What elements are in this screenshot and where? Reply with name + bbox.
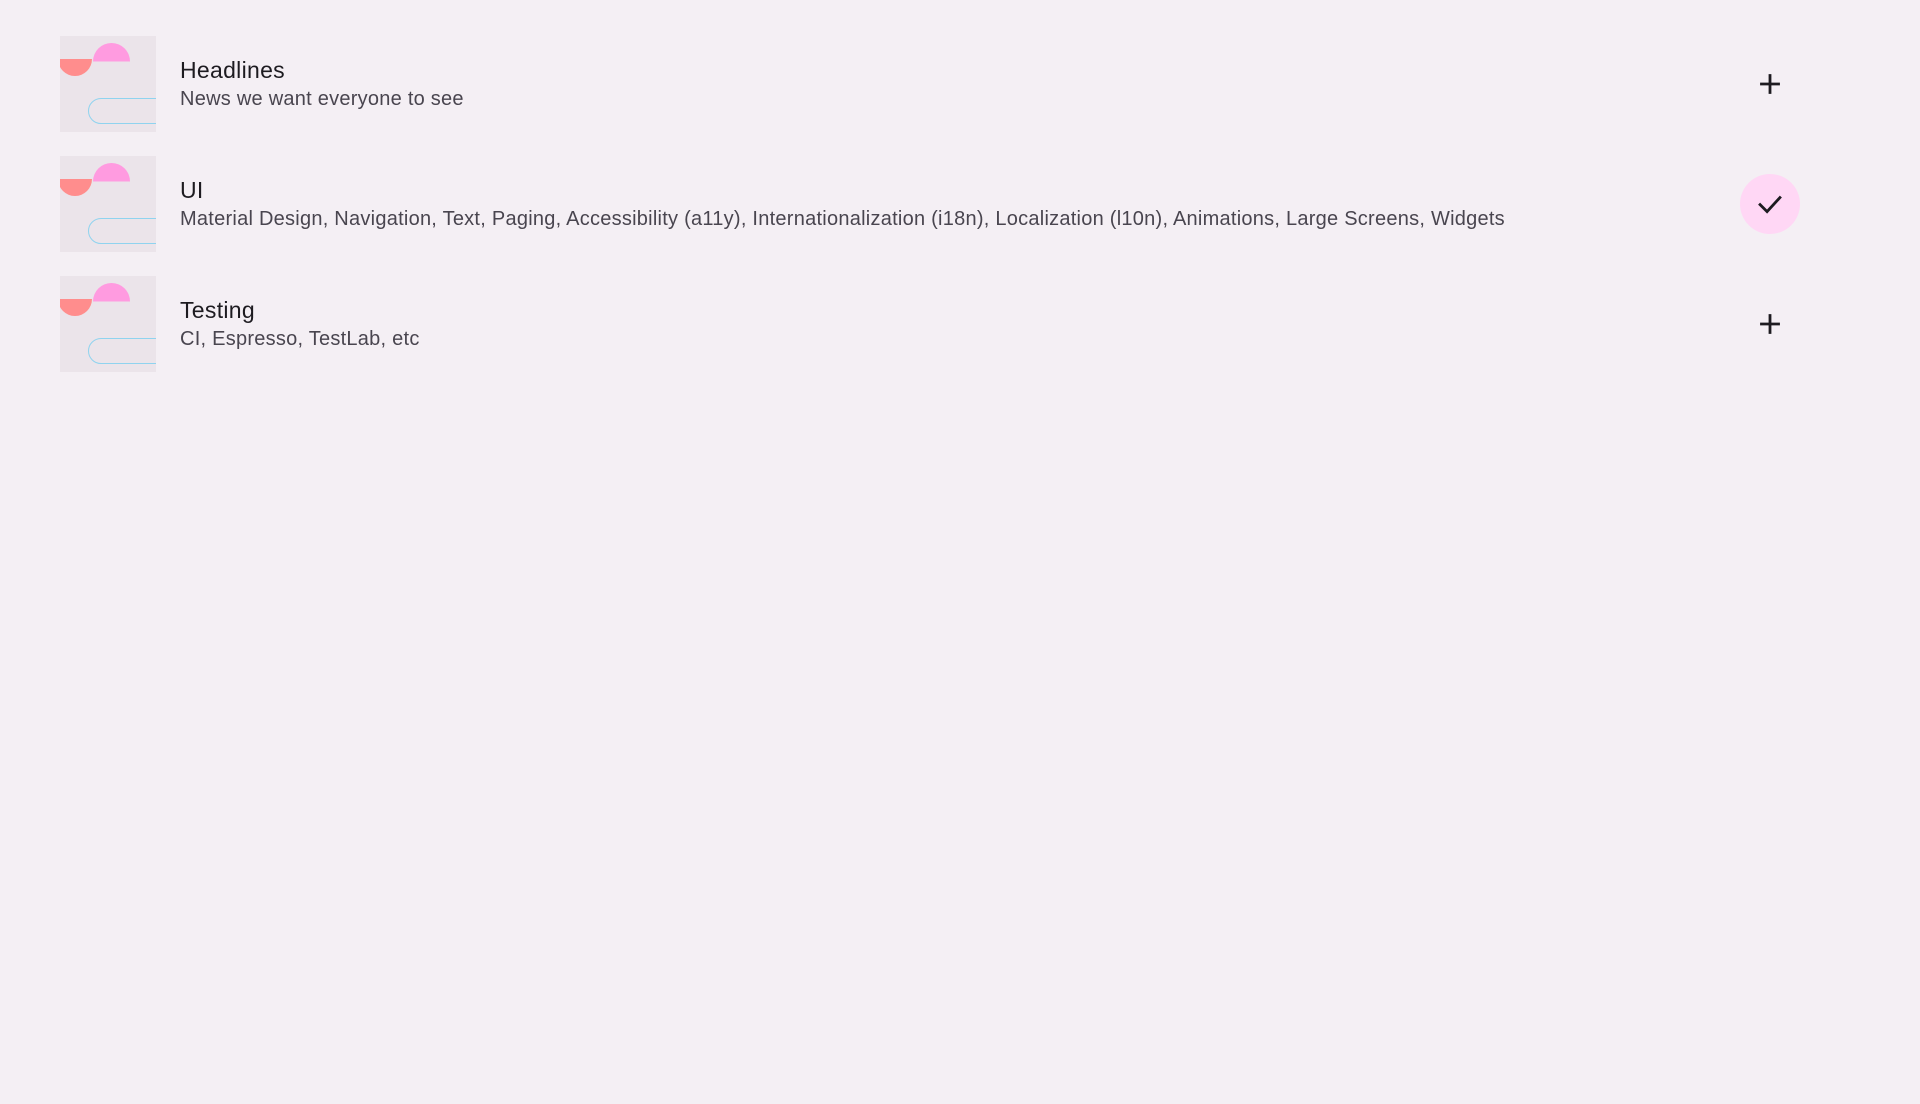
topic-description: CI, Espresso, TestLab, etc bbox=[180, 328, 420, 350]
topic-thumbnail-image bbox=[60, 36, 156, 132]
thumbnail-salmon-shape bbox=[60, 179, 92, 196]
thumbnail-salmon-shape bbox=[60, 59, 92, 76]
topic-text: UI Material Design, Navigation, Text, Pa… bbox=[180, 175, 1505, 233]
thumbnail-pill-shape bbox=[88, 338, 156, 364]
topic-list: Headlines News we want everyone to see U… bbox=[60, 36, 1860, 396]
thumbnail-pill-shape bbox=[88, 218, 156, 244]
topic-row-ui[interactable]: UI Material Design, Navigation, Text, Pa… bbox=[60, 156, 1860, 252]
topic-name: Headlines bbox=[180, 57, 285, 83]
plus-icon bbox=[1760, 314, 1780, 334]
check-icon bbox=[1758, 195, 1782, 214]
topic-name: Testing bbox=[180, 297, 255, 323]
thumbnail-pill-shape bbox=[88, 98, 156, 124]
topic-text: Headlines News we want everyone to see bbox=[180, 55, 464, 113]
thumbnail-pink-shape bbox=[93, 43, 130, 62]
topic-description: Material Design, Navigation, Text, Pagin… bbox=[180, 208, 1505, 230]
plus-icon bbox=[1760, 74, 1780, 94]
topic-text: Testing CI, Espresso, TestLab, etc bbox=[180, 295, 420, 353]
thumbnail-pink-shape bbox=[93, 283, 130, 302]
thumbnail-salmon-shape bbox=[60, 299, 92, 316]
follow-button[interactable] bbox=[1740, 294, 1800, 354]
topic-row-testing[interactable]: Testing CI, Espresso, TestLab, etc bbox=[60, 276, 1860, 372]
follow-button[interactable] bbox=[1740, 54, 1800, 114]
topic-row-headlines[interactable]: Headlines News we want everyone to see bbox=[60, 36, 1860, 132]
topic-thumbnail-image bbox=[60, 156, 156, 252]
topic-thumbnail-image bbox=[60, 276, 156, 372]
topic-name: UI bbox=[180, 177, 204, 203]
thumbnail-pink-shape bbox=[93, 163, 130, 182]
topic-description: News we want everyone to see bbox=[180, 88, 464, 110]
unfollow-button[interactable] bbox=[1740, 174, 1800, 234]
